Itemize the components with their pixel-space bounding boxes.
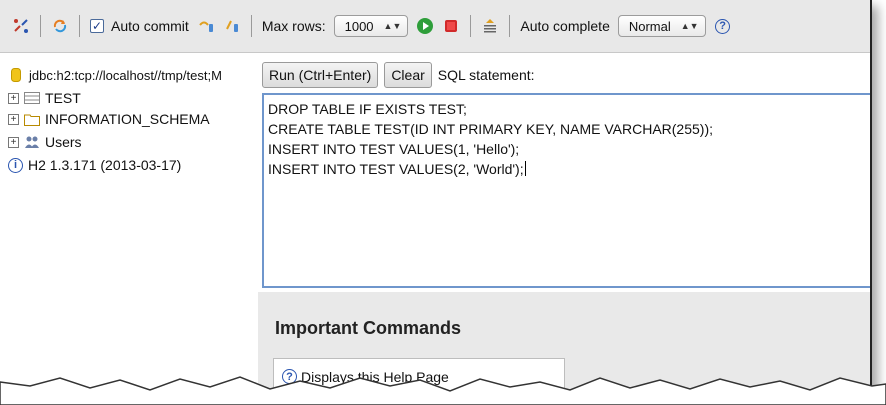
schema-tree: jdbc:h2:tcp://localhost//tmp/test;M + TE… <box>0 53 258 392</box>
toolbar-separator <box>509 15 511 37</box>
updown-arrow-icon: ▲▼ <box>680 21 699 31</box>
run-icon[interactable] <box>415 16 435 36</box>
h2-console-window: ✓ Auto commit Max rows: 1000 ▲▼ Auto com… <box>0 0 872 392</box>
sql-line-with-caret: INSERT INTO TEST VALUES(2, 'World'); <box>268 159 870 179</box>
auto-select-icon[interactable] <box>480 16 500 36</box>
users-icon <box>24 135 40 149</box>
torn-edge <box>0 376 886 405</box>
tree-item-label: Users <box>45 134 82 150</box>
max-rows-select[interactable]: 1000 ▲▼ <box>333 15 409 37</box>
toolbar-separator <box>40 15 41 37</box>
help-icon[interactable]: ? <box>713 16 733 36</box>
toolbar-separator <box>79 15 80 37</box>
tree-item-users[interactable]: + Users <box>8 133 82 151</box>
auto-complete-label: Auto complete <box>520 18 610 34</box>
version-label: H2 1.3.171 (2013-03-17) <box>28 157 182 173</box>
tree-item-label: TEST <box>45 90 81 106</box>
run-button[interactable]: Run (Ctrl+Enter) <box>262 62 379 88</box>
toolbar: ✓ Auto commit Max rows: 1000 ▲▼ Auto com… <box>0 0 870 53</box>
toolbar-separator <box>250 15 252 37</box>
tree-item-test[interactable]: + TEST <box>8 89 81 107</box>
query-controls: Run (Ctrl+Enter) Clear SQL statement: <box>262 62 539 88</box>
sql-statement-label: SQL statement: <box>437 67 535 83</box>
sql-line: CREATE TABLE TEST(ID INT PRIMARY KEY, NA… <box>268 121 713 137</box>
connection-node[interactable]: jdbc:h2:tcp://localhost//tmp/test;M <box>8 66 222 84</box>
max-rows-value: 1000 <box>344 18 374 34</box>
commit-icon[interactable] <box>222 16 242 36</box>
text-caret <box>524 161 526 176</box>
auto-complete-value: Normal <box>628 18 671 34</box>
refresh-icon[interactable] <box>50 16 70 36</box>
connection-url: jdbc:h2:tcp://localhost//tmp/test;M <box>29 67 222 83</box>
updown-arrow-icon: ▲▼ <box>383 21 402 31</box>
stop-icon[interactable] <box>441 16 461 36</box>
auto-commit-checkbox[interactable]: ✓ <box>90 19 104 33</box>
sql-line: INSERT INTO TEST VALUES(1, 'Hello'); <box>268 141 520 157</box>
version-info: i H2 1.3.171 (2013-03-17) <box>8 156 181 174</box>
rollback-icon[interactable] <box>196 16 216 36</box>
sql-line: DROP TABLE IF EXISTS TEST; <box>268 101 467 117</box>
database-icon <box>8 68 24 82</box>
auto-complete-select[interactable]: Normal ▲▼ <box>617 15 706 37</box>
sql-line: INSERT INTO TEST VALUES(2, 'World'); <box>268 161 524 177</box>
tree-item-label: INFORMATION_SCHEMA <box>45 111 210 127</box>
info-icon: i <box>8 157 23 173</box>
max-rows-label: Max rows: <box>261 18 326 34</box>
result-title: Important Commands <box>275 318 462 338</box>
disconnect-icon[interactable] <box>11 16 31 36</box>
auto-commit-label: Auto commit <box>111 18 189 34</box>
toolbar-separator <box>470 15 472 37</box>
expand-icon[interactable]: + <box>8 92 19 104</box>
sql-editor[interactable]: DROP TABLE IF EXISTS TEST; CREATE TABLE … <box>262 93 870 288</box>
clear-button[interactable]: Clear <box>384 62 432 88</box>
folder-icon <box>24 112 40 126</box>
expand-icon[interactable]: + <box>8 136 19 148</box>
expand-icon[interactable]: + <box>8 113 19 125</box>
table-icon <box>24 91 40 105</box>
tree-item-information-schema[interactable]: + INFORMATION_SCHEMA <box>8 110 210 128</box>
